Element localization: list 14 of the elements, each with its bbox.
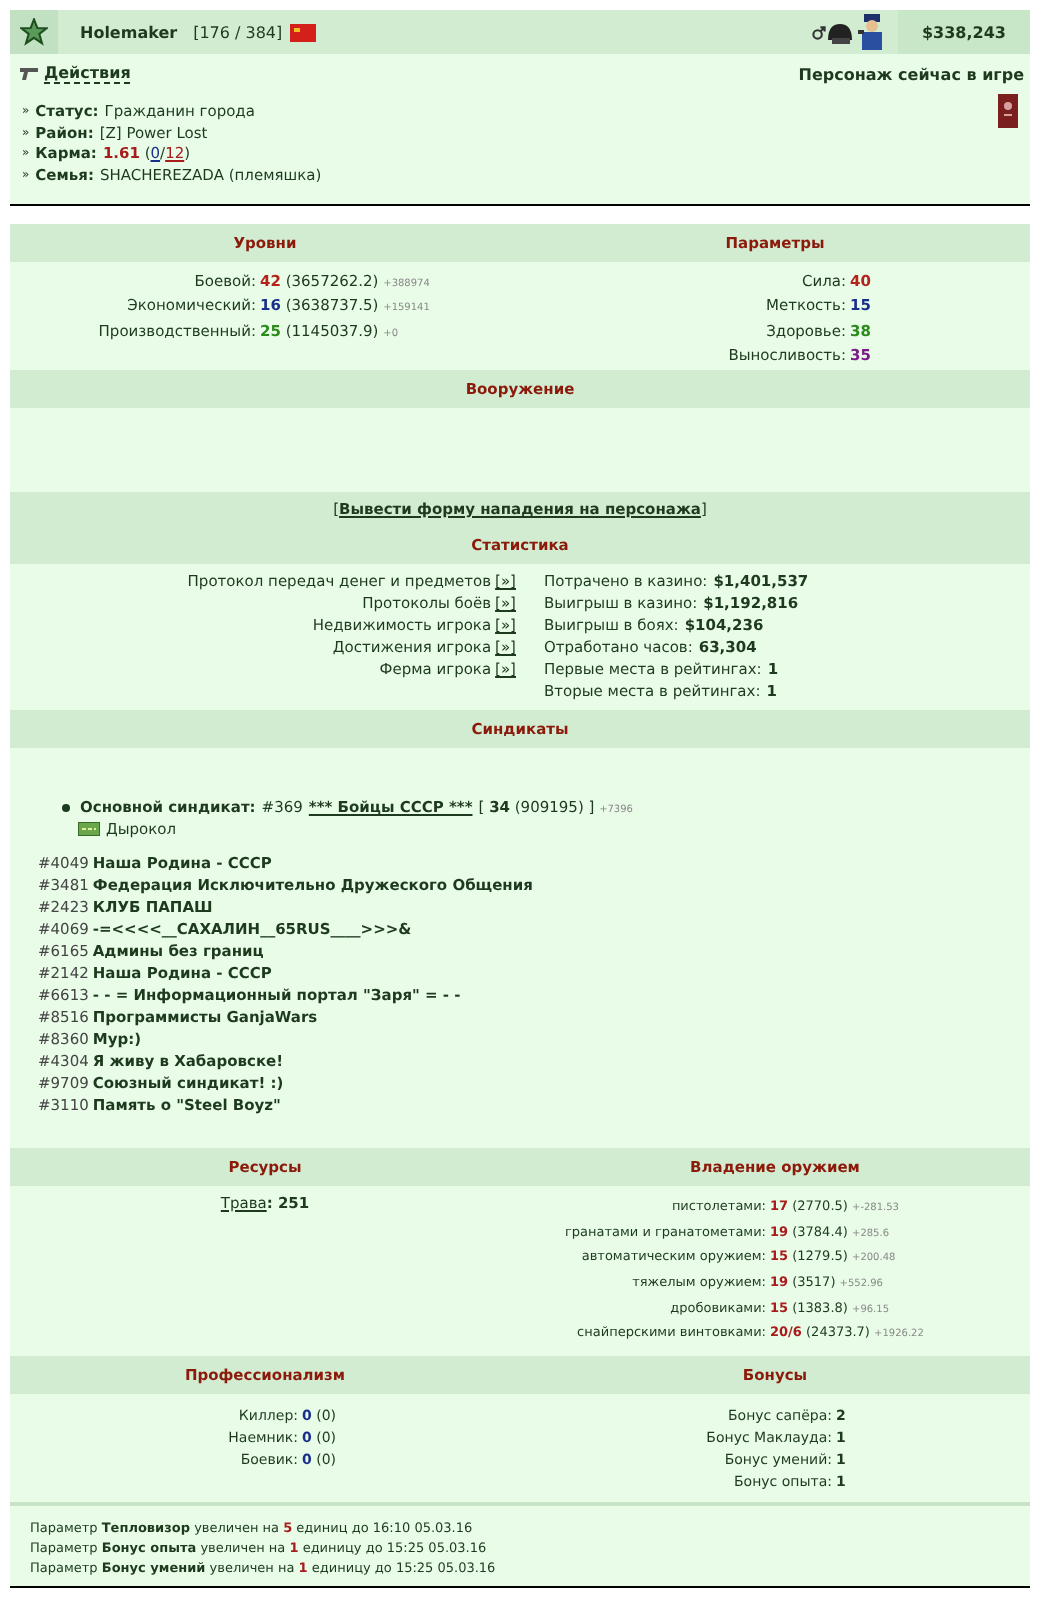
actions-link[interactable]: Действия [44,64,131,84]
bullet-icon [62,803,70,811]
rank-badge-icon [78,822,100,836]
pistol-icon [20,68,38,80]
online-status: Персонаж сейчас в игре [798,65,1024,83]
passport-icon [998,94,1018,128]
player-level: [176 / 384] [193,23,283,41]
helmet-icon [826,19,854,45]
policeman-icon [858,12,886,52]
player-name[interactable]: Holemaker [80,23,178,41]
star-icon [20,18,48,46]
male-icon [812,25,826,39]
flag-icon [290,23,317,41]
money-amount: $338,243 [921,23,1006,41]
